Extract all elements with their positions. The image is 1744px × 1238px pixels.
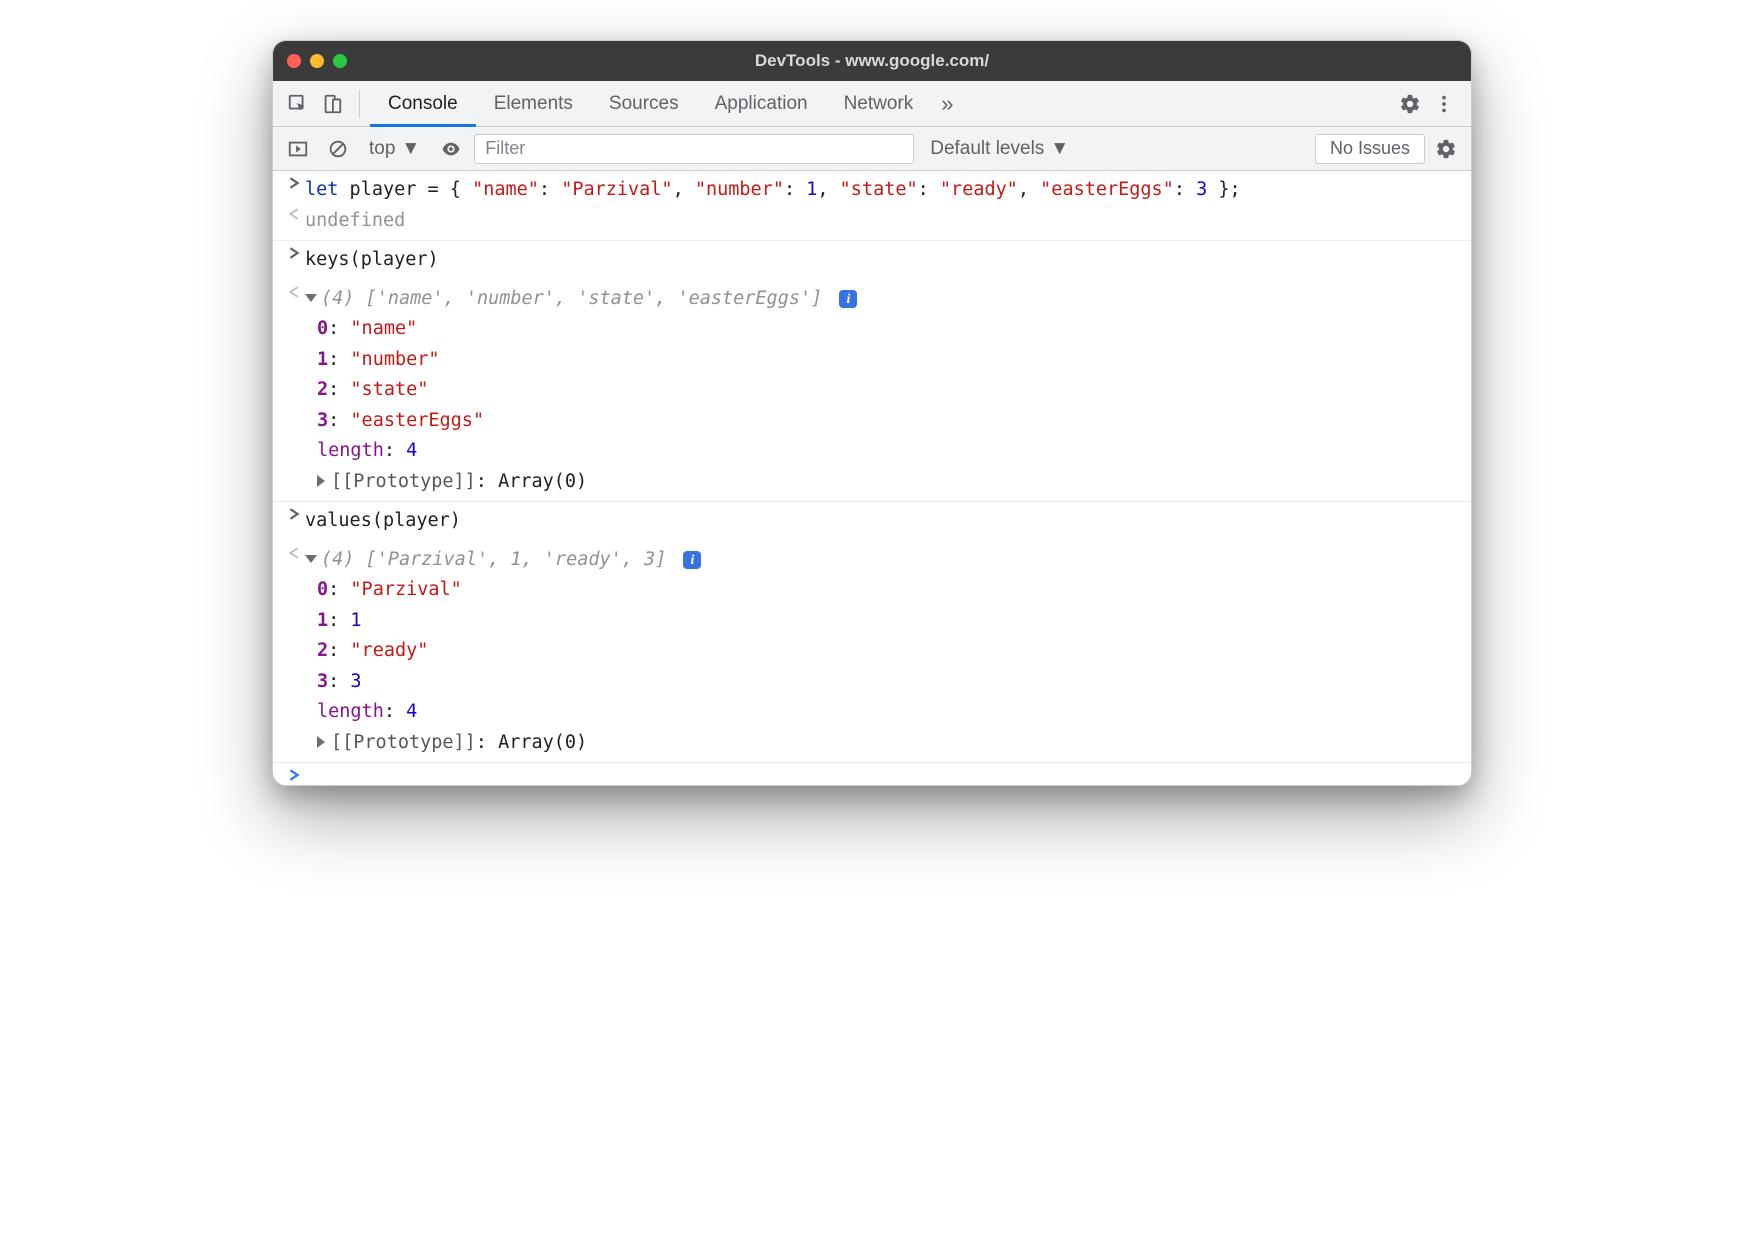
minimize-window-button[interactable]: [310, 54, 324, 68]
kebab-menu-icon[interactable]: [1427, 87, 1461, 121]
prompt-chevron-icon: [283, 767, 305, 781]
console-message: keys(player): [273, 241, 1471, 280]
clear-console-icon[interactable]: [321, 132, 355, 166]
output-chevron-icon: [283, 284, 305, 298]
array-summary: (4) ['Parzival', 1, 'ready', 3] i: [305, 545, 1471, 576]
info-badge-icon[interactable]: i: [839, 290, 857, 308]
console-settings-icon[interactable]: [1429, 132, 1463, 166]
array-length: length: 4: [273, 436, 1471, 467]
chevron-down-icon: ▼: [401, 138, 420, 160]
result-text: undefined: [305, 206, 1471, 237]
array-item: 3: "easterEggs": [273, 406, 1471, 437]
tab-console[interactable]: Console: [370, 81, 476, 127]
array-item: 0: "name": [273, 314, 1471, 345]
levels-label: Default levels: [930, 138, 1044, 160]
chevron-down-icon: ▼: [1050, 138, 1069, 160]
console-result: (4) ['Parzival', 1, 'ready', 3] i 0: "Pa…: [273, 541, 1471, 764]
output-summary[interactable]: (4) ['name', 'number', 'state', 'easterE…: [273, 284, 1471, 315]
main-tabs: Console Elements Sources Application Net…: [273, 81, 1471, 127]
filter-input[interactable]: [474, 134, 914, 164]
input-chevron-icon: [283, 506, 305, 520]
disclosure-right-icon[interactable]: [317, 475, 325, 487]
console-toolbar: top ▼ Default levels ▼ No Issues: [273, 127, 1471, 171]
array-item: 2: "state": [273, 375, 1471, 406]
input-line[interactable]: values(player): [273, 506, 1471, 537]
input-line[interactable]: let player = { "name": "Parzival", "numb…: [273, 175, 1471, 206]
console-message: values(player): [273, 502, 1471, 541]
tab-sources[interactable]: Sources: [591, 81, 697, 127]
disclosure-right-icon[interactable]: [317, 736, 325, 748]
output-chevron-icon: [283, 206, 305, 220]
context-selector[interactable]: top ▼: [361, 136, 428, 162]
disclosure-down-icon[interactable]: [305, 294, 317, 302]
array-item: 3: 3: [273, 667, 1471, 698]
devtools-window: DevTools - www.google.com/ Console Eleme…: [272, 40, 1472, 786]
device-toolbar-icon[interactable]: [315, 87, 349, 121]
array-item: 2: "ready": [273, 636, 1471, 667]
issues-button[interactable]: No Issues: [1315, 134, 1425, 164]
titlebar: DevTools - www.google.com/: [273, 41, 1471, 81]
log-levels-selector[interactable]: Default levels ▼: [920, 138, 1079, 160]
code-text: values(player): [305, 506, 1471, 537]
info-badge-icon[interactable]: i: [683, 551, 701, 569]
array-item: 0: "Parzival": [273, 575, 1471, 606]
more-tabs-button[interactable]: »: [931, 91, 963, 117]
settings-icon[interactable]: [1393, 87, 1427, 121]
separator: [359, 90, 360, 118]
array-item: 1: "number": [273, 345, 1471, 376]
output-summary[interactable]: (4) ['Parzival', 1, 'ready', 3] i: [273, 545, 1471, 576]
output-line: undefined: [273, 206, 1471, 237]
console-prompt[interactable]: [273, 763, 1471, 785]
input-chevron-icon: [283, 245, 305, 259]
array-length: length: 4: [273, 697, 1471, 728]
tab-application[interactable]: Application: [697, 81, 826, 127]
tab-elements[interactable]: Elements: [476, 81, 591, 127]
array-prototype[interactable]: [[Prototype]]: Array(0): [273, 728, 1471, 759]
array-item: 1: 1: [273, 606, 1471, 637]
window-title: DevTools - www.google.com/: [273, 51, 1471, 71]
array-summary: (4) ['name', 'number', 'state', 'easterE…: [305, 284, 1471, 315]
inspect-element-icon[interactable]: [281, 87, 315, 121]
code-text: keys(player): [305, 245, 1471, 276]
code-text: let player = { "name": "Parzival", "numb…: [305, 175, 1471, 206]
context-label: top: [369, 138, 395, 160]
output-chevron-icon: [283, 545, 305, 559]
input-line[interactable]: keys(player): [273, 245, 1471, 276]
disclosure-down-icon[interactable]: [305, 555, 317, 563]
console-output: let player = { "name": "Parzival", "numb…: [273, 171, 1471, 785]
input-chevron-icon: [283, 175, 305, 189]
close-window-button[interactable]: [287, 54, 301, 68]
traffic-lights: [287, 54, 347, 68]
array-prototype[interactable]: [[Prototype]]: Array(0): [273, 467, 1471, 498]
console-result: (4) ['name', 'number', 'state', 'easterE…: [273, 280, 1471, 503]
live-expression-icon[interactable]: [434, 132, 468, 166]
zoom-window-button[interactable]: [333, 54, 347, 68]
console-message: let player = { "name": "Parzival", "numb…: [273, 171, 1471, 241]
sidebar-toggle-icon[interactable]: [281, 132, 315, 166]
tab-network[interactable]: Network: [826, 81, 932, 127]
